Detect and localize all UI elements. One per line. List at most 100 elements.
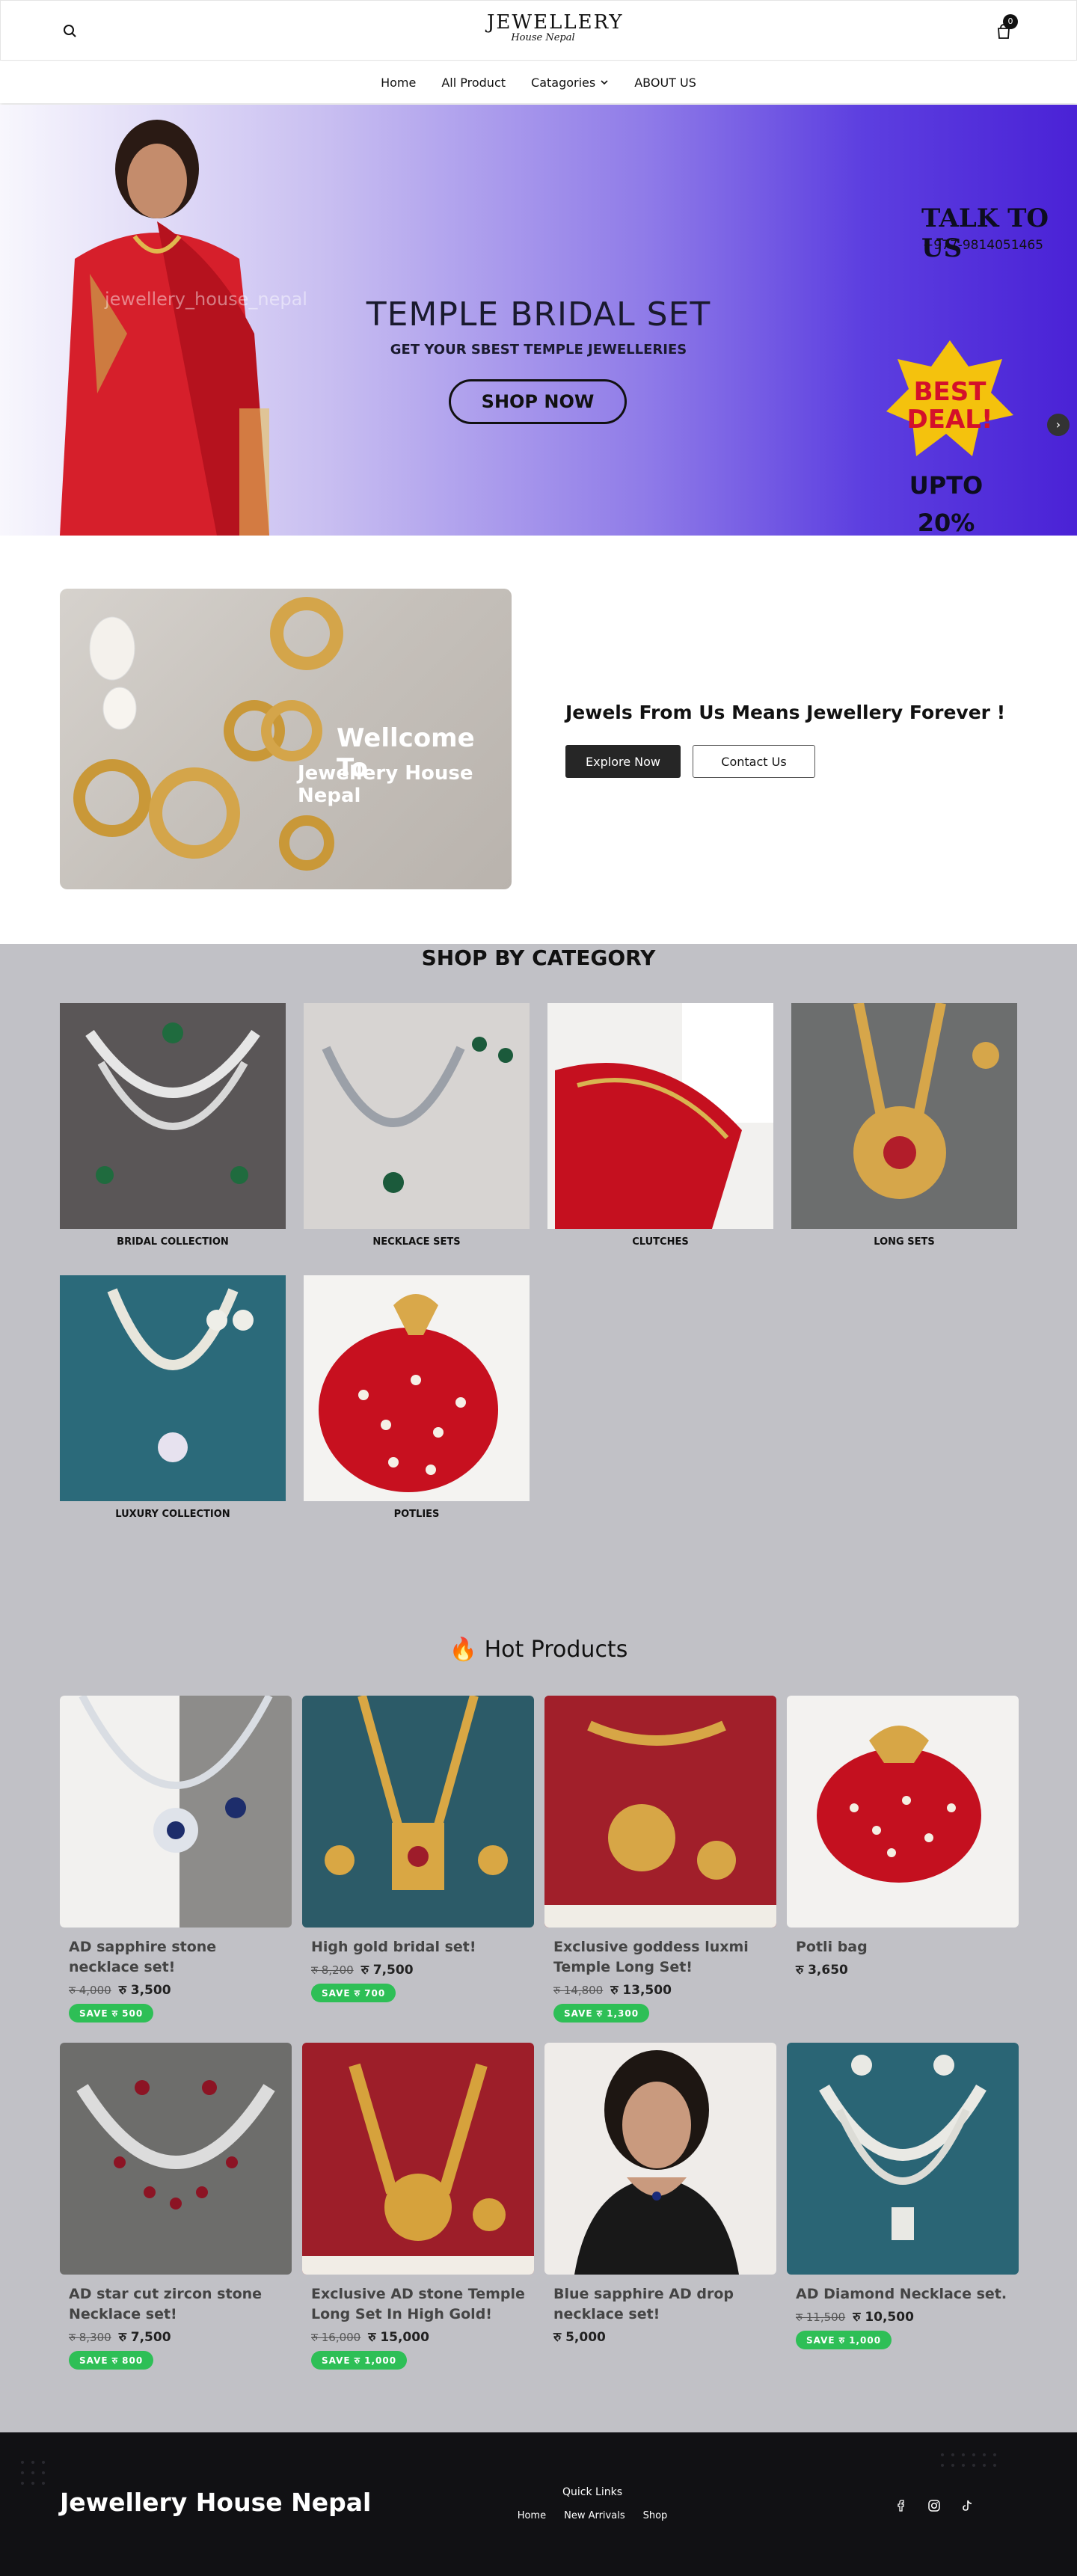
old-price: रु 4,000 bbox=[69, 1984, 111, 1997]
current-price: रु 5,000 bbox=[553, 2330, 606, 2345]
category-image bbox=[304, 1275, 530, 1501]
save-badge: SAVE रु 1,000 bbox=[796, 2331, 892, 2349]
hero-model-image bbox=[60, 120, 269, 536]
best-deal-badge: BEST DEAL! bbox=[886, 340, 1013, 456]
product-name[interactable]: AD star cut zircon stone Necklace set! bbox=[69, 2284, 283, 2325]
logo-main-text: JEWELLERY bbox=[487, 11, 624, 34]
shop-now-button[interactable]: SHOP NOW bbox=[449, 379, 627, 424]
hero-upto: UPTO bbox=[909, 471, 984, 500]
category-potlies[interactable]: POTLIES bbox=[304, 1275, 530, 1520]
old-price: रु 14,800 bbox=[553, 1984, 604, 1997]
quick-links-heading: Quick Links bbox=[562, 2486, 622, 2498]
category-image bbox=[60, 1275, 286, 1501]
product-name[interactable]: Blue sapphire AD drop necklace set! bbox=[553, 2284, 767, 2325]
footer-link-home[interactable]: Home bbox=[518, 2510, 546, 2521]
category-label: LUXURY COLLECTION bbox=[115, 1509, 230, 1520]
cart-count-badge: 0 bbox=[1003, 14, 1018, 29]
shop-by-category-heading: SHOP BY CATEGORY bbox=[421, 945, 656, 970]
category-necklace-sets[interactable]: NECKLACE SETS bbox=[304, 1003, 530, 1248]
hero-banner: jewellery_house_nepal TEMPLE BRIDAL SET … bbox=[0, 105, 1077, 536]
category-label: BRIDAL COLLECTION bbox=[117, 1236, 229, 1248]
product-name[interactable]: Exclusive AD stone Temple Long Set In Hi… bbox=[311, 2284, 525, 2325]
product-card[interactable]: Potli bag रु 3,650 bbox=[787, 1696, 1019, 1978]
nav-categories[interactable]: Catagories bbox=[531, 76, 609, 90]
footer-links: Home New Arrivals Shop bbox=[494, 2510, 691, 2521]
contact-phone: +977-9814051465 bbox=[923, 238, 1043, 253]
price-row: रु 8,300 रु 7,500 bbox=[69, 2328, 283, 2345]
hot-products-heading: 🔥 Hot Products bbox=[0, 1637, 1077, 1663]
product-card[interactable]: AD star cut zircon stone Necklace set! र… bbox=[60, 2043, 292, 2370]
site-logo[interactable]: JEWELLERY House Nepal bbox=[487, 11, 624, 53]
product-card[interactable]: High gold bridal set! रु 8,200 रु 7,500 … bbox=[302, 1696, 534, 2002]
welcome-image: Wellcome To Jewellery House Nepal bbox=[60, 589, 512, 889]
price-row: रु 16,000 रु 15,000 bbox=[311, 2328, 525, 2345]
category-label: LONG SETS bbox=[874, 1236, 935, 1248]
price-row: रु 14,800 रु 13,500 bbox=[553, 1981, 767, 1998]
price-row: रु 11,500 रु 10,500 bbox=[796, 2307, 1010, 2325]
hero-watermark: jewellery_house_nepal bbox=[105, 289, 307, 310]
product-name[interactable]: AD sapphire stone necklace set! bbox=[69, 1937, 283, 1978]
product-image bbox=[60, 1696, 292, 1928]
tiktok-icon[interactable] bbox=[960, 2498, 975, 2513]
product-image bbox=[60, 2043, 292, 2275]
nav-about-us[interactable]: ABOUT US bbox=[634, 76, 696, 90]
product-card[interactable]: AD sapphire stone necklace set! रु 4,000… bbox=[60, 1696, 292, 2023]
main-nav: Home All Product Catagories ABOUT US bbox=[0, 61, 1077, 103]
product-card[interactable]: Blue sapphire AD drop necklace set! रु 5… bbox=[544, 2043, 776, 2345]
save-badge: SAVE रु 800 bbox=[69, 2351, 154, 2370]
save-badge: SAVE रु 700 bbox=[311, 1984, 396, 2002]
welcome-tagline: Jewels From Us Means Jewellery Forever ! bbox=[565, 702, 1006, 723]
product-card[interactable]: Exclusive AD stone Temple Long Set In Hi… bbox=[302, 2043, 534, 2370]
carousel-next-icon[interactable]: › bbox=[1047, 414, 1070, 436]
site-footer: Jewellery House Nepal Quick Links Home N… bbox=[0, 2432, 1077, 2576]
current-price: रु 15,000 bbox=[368, 2330, 429, 2345]
hero-subtitle: GET YOUR SBEST TEMPLE JEWELLERIES bbox=[390, 342, 687, 358]
product-image bbox=[544, 1696, 776, 1928]
hot-products-title: Hot Products bbox=[484, 1637, 628, 1663]
facebook-icon[interactable] bbox=[894, 2498, 909, 2513]
category-clutches[interactable]: CLUTCHES bbox=[547, 1003, 773, 1248]
product-card[interactable]: AD Diamond Necklace set. रु 11,500 रु 10… bbox=[787, 2043, 1019, 2349]
product-image bbox=[787, 1696, 1019, 1928]
hero-title: TEMPLE BRIDAL SET bbox=[366, 295, 711, 334]
save-badge: SAVE रु 1,000 bbox=[311, 2351, 408, 2370]
product-name[interactable]: Exclusive goddess luxmi Temple Long Set! bbox=[553, 1937, 767, 1978]
talk-to-us-heading: TALK TO US bbox=[921, 203, 1049, 263]
product-name[interactable]: AD Diamond Necklace set. bbox=[796, 2284, 1010, 2304]
nav-home[interactable]: Home bbox=[381, 76, 416, 90]
current-price: रु 7,500 bbox=[360, 1963, 414, 1978]
chevron-down-icon bbox=[601, 80, 608, 85]
old-price: रु 11,500 bbox=[796, 2310, 846, 2324]
instagram-icon[interactable] bbox=[927, 2498, 942, 2513]
current-price: रु 3,650 bbox=[796, 1963, 848, 1978]
price-row: रु 8,200 रु 7,500 bbox=[311, 1960, 525, 1978]
product-image bbox=[787, 2043, 1019, 2275]
nav-all-product[interactable]: All Product bbox=[441, 76, 506, 90]
top-header: JEWELLERY House Nepal 0 bbox=[0, 0, 1077, 61]
footer-link-new-arrivals[interactable]: New Arrivals bbox=[564, 2510, 625, 2521]
product-image bbox=[302, 1696, 534, 1928]
contact-us-button[interactable]: Contact Us bbox=[693, 745, 815, 778]
explore-now-button[interactable]: Explore Now bbox=[565, 745, 681, 778]
price-row: रु 3,650 bbox=[796, 1960, 1010, 1978]
save-badge: SAVE रु 1,300 bbox=[553, 2004, 650, 2023]
footer-link-shop[interactable]: Shop bbox=[643, 2510, 668, 2521]
logo-sub-text: House Nepal bbox=[511, 32, 575, 43]
category-bridal-collection[interactable]: BRIDAL COLLECTION bbox=[60, 1003, 286, 1248]
category-image bbox=[304, 1003, 530, 1229]
product-name[interactable]: Potli bag bbox=[796, 1937, 1010, 1957]
current-price: रु 10,500 bbox=[853, 2310, 914, 2325]
product-image bbox=[544, 2043, 776, 2275]
product-card[interactable]: Exclusive goddess luxmi Temple Long Set!… bbox=[544, 1696, 776, 2023]
category-image bbox=[60, 1003, 286, 1229]
search-icon[interactable] bbox=[61, 22, 80, 41]
category-luxury-collection[interactable]: LUXURY COLLECTION bbox=[60, 1275, 286, 1520]
old-price: रु 8,200 bbox=[311, 1963, 354, 1977]
footer-brand: Jewellery House Nepal bbox=[60, 2488, 372, 2517]
category-image bbox=[547, 1003, 773, 1229]
fire-icon: 🔥 bbox=[449, 1637, 478, 1663]
category-label: CLUTCHES bbox=[632, 1236, 689, 1248]
product-name[interactable]: High gold bridal set! bbox=[311, 1937, 525, 1957]
category-long-sets[interactable]: LONG SETS bbox=[791, 1003, 1017, 1248]
old-price: रु 16,000 bbox=[311, 2331, 361, 2344]
